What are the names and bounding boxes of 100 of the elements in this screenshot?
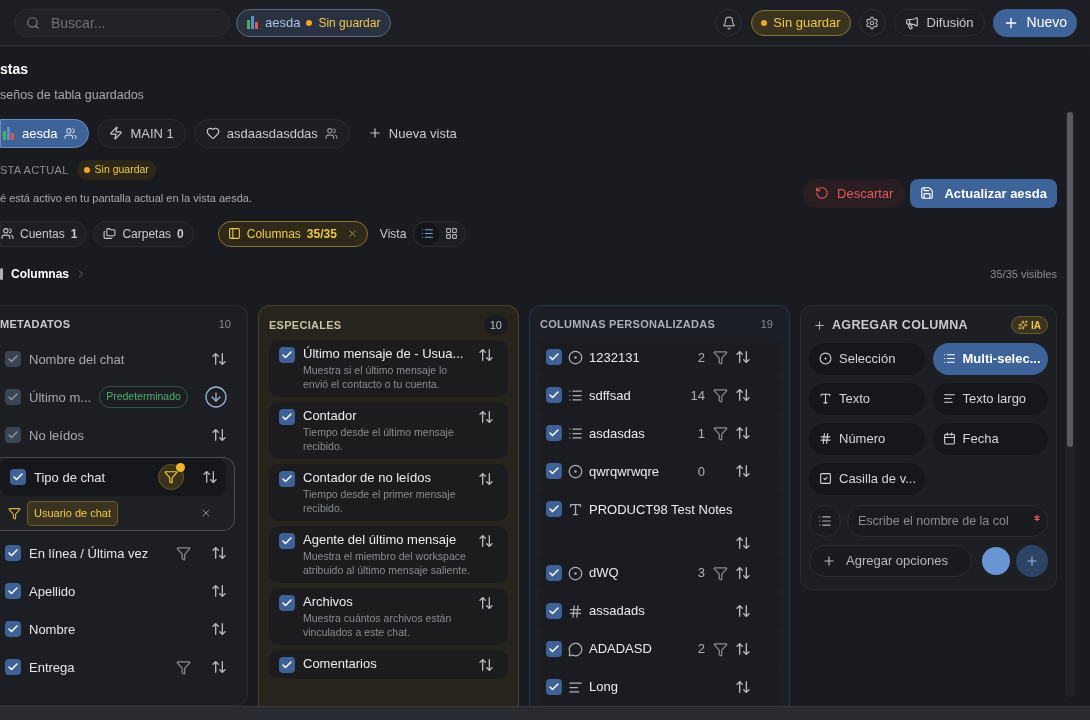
sort-icon[interactable] bbox=[211, 545, 227, 562]
checkbox[interactable] bbox=[279, 347, 295, 364]
sort-icon[interactable] bbox=[211, 583, 227, 600]
filter-chip[interactable]: Columnas 35/35 bbox=[217, 220, 368, 247]
checkbox[interactable] bbox=[279, 595, 295, 612]
folders-icon bbox=[103, 227, 117, 241]
check-icon bbox=[548, 605, 560, 617]
panel-title: stas bbox=[0, 60, 29, 79]
column-name-field[interactable]: Escribe el nombre de la col bbox=[847, 504, 1048, 537]
plus-icon bbox=[813, 318, 826, 332]
check-icon bbox=[548, 643, 560, 655]
column-type-option[interactable]: Texto bbox=[809, 382, 925, 415]
sparkle-icon bbox=[1018, 320, 1028, 331]
filter-icon[interactable] bbox=[712, 565, 728, 581]
filter-chip[interactable]: Cuentas 1 bbox=[0, 220, 88, 247]
checkbox[interactable] bbox=[546, 387, 562, 404]
list-type-button[interactable] bbox=[809, 504, 841, 537]
checkbox[interactable] bbox=[5, 621, 21, 638]
hash-icon bbox=[568, 603, 583, 619]
sort-icon[interactable] bbox=[211, 621, 227, 638]
checkbox[interactable] bbox=[546, 565, 562, 581]
filter-icon[interactable] bbox=[712, 387, 728, 403]
sort-icon[interactable] bbox=[478, 533, 494, 550]
checkbox[interactable] bbox=[279, 533, 295, 550]
checkbox[interactable] bbox=[279, 471, 295, 488]
column-title: Agente del último mensaje bbox=[303, 531, 458, 549]
column-type-option[interactable]: Multi-selec... bbox=[932, 342, 1048, 375]
sort-icon[interactable] bbox=[478, 471, 494, 488]
list-view-button[interactable] bbox=[415, 222, 440, 245]
sort-icon[interactable] bbox=[735, 387, 751, 404]
checkbox[interactable] bbox=[279, 657, 295, 674]
view-tab[interactable]: aesda bbox=[0, 118, 90, 148]
sort-icon[interactable] bbox=[202, 469, 218, 486]
color-swatch[interactable] bbox=[982, 546, 1010, 575]
checkbox[interactable] bbox=[546, 463, 562, 480]
filter-icon[interactable] bbox=[176, 545, 191, 561]
column-label: 1232131 bbox=[589, 348, 640, 367]
new-view-button[interactable]: Nueva vista bbox=[357, 118, 467, 148]
sort-icon[interactable] bbox=[211, 659, 227, 676]
column-type-option[interactable]: Número bbox=[809, 422, 925, 455]
active-filter-button[interactable] bbox=[158, 464, 184, 491]
view-tab[interactable]: MAIN 1 bbox=[97, 118, 186, 148]
view-tab[interactable]: asdaasdasddas bbox=[193, 118, 350, 148]
search-field[interactable]: Buscar... bbox=[14, 8, 230, 37]
add-button[interactable] bbox=[1016, 544, 1048, 577]
sort-icon[interactable] bbox=[735, 463, 751, 480]
sort-icon[interactable] bbox=[478, 347, 494, 364]
megaphone-icon bbox=[904, 15, 919, 30]
checkbox[interactable] bbox=[546, 641, 562, 657]
column-type-option[interactable]: Fecha bbox=[932, 422, 1048, 455]
sort-icon[interactable] bbox=[735, 565, 751, 581]
scrollbar-thumb[interactable] bbox=[1067, 112, 1073, 447]
column-type-option[interactable]: Texto largo bbox=[932, 382, 1048, 415]
sort-icon[interactable] bbox=[478, 595, 494, 612]
option-count: 2 bbox=[697, 640, 705, 659]
checkbox[interactable] bbox=[546, 501, 562, 518]
sort-icon[interactable] bbox=[735, 641, 751, 657]
sort-icon[interactable] bbox=[735, 425, 751, 442]
update-button[interactable]: Actualizar aesda bbox=[910, 178, 1057, 208]
view-chip[interactable]: aesda Sin guardar bbox=[236, 8, 392, 37]
column-description: Muestra el miembro del workspace atribuido al último mensaje saliente. bbox=[303, 549, 470, 578]
close-icon[interactable] bbox=[346, 228, 358, 240]
heart-icon bbox=[205, 126, 220, 141]
group-title: METADATOS bbox=[0, 316, 71, 332]
checkbox[interactable] bbox=[10, 469, 26, 486]
column-type-option[interactable]: Casilla de v... bbox=[809, 462, 925, 495]
sort-icon[interactable] bbox=[735, 349, 751, 366]
lightning-icon bbox=[109, 126, 124, 141]
filter-icon[interactable] bbox=[712, 641, 728, 657]
filter-icon[interactable] bbox=[712, 425, 728, 441]
filter-icon[interactable] bbox=[176, 659, 191, 675]
checkbox[interactable] bbox=[5, 659, 21, 676]
filter-icon[interactable] bbox=[712, 349, 728, 365]
sort-icon[interactable] bbox=[478, 409, 494, 426]
text-icon bbox=[568, 501, 583, 517]
sort-icon[interactable] bbox=[735, 603, 751, 619]
new-button[interactable]: Nuevo bbox=[992, 8, 1077, 37]
checkbox[interactable] bbox=[279, 409, 295, 426]
column-label: dWQ bbox=[589, 564, 619, 583]
discard-button[interactable]: Descartar bbox=[803, 178, 906, 208]
sort-icon[interactable] bbox=[478, 657, 494, 674]
horizontal-scrollbar[interactable] bbox=[0, 706, 1090, 720]
add-options-button[interactable]: Agregar opciones bbox=[809, 544, 972, 577]
save-icon bbox=[920, 186, 935, 201]
checkbox[interactable] bbox=[546, 349, 562, 366]
checkbox[interactable] bbox=[546, 425, 562, 442]
sort-icon[interactable] bbox=[735, 679, 751, 695]
checkbox[interactable] bbox=[546, 679, 562, 695]
ai-badge[interactable]: IA bbox=[1011, 316, 1048, 335]
sort-icon[interactable] bbox=[735, 535, 751, 552]
filter-value-chip: Usuario de chat bbox=[27, 501, 119, 526]
checkbox[interactable] bbox=[546, 603, 562, 619]
unsaved-badge: Sin guardar bbox=[76, 159, 156, 180]
plus-icon bbox=[1025, 553, 1039, 568]
filter-chip[interactable]: Carpetas 0 bbox=[93, 220, 194, 247]
checkbox[interactable] bbox=[5, 583, 21, 600]
view-label: Vista bbox=[379, 225, 407, 243]
column-type-option[interactable]: Selección bbox=[809, 342, 925, 375]
lines-icon bbox=[942, 392, 956, 405]
checkbox[interactable] bbox=[5, 545, 21, 562]
